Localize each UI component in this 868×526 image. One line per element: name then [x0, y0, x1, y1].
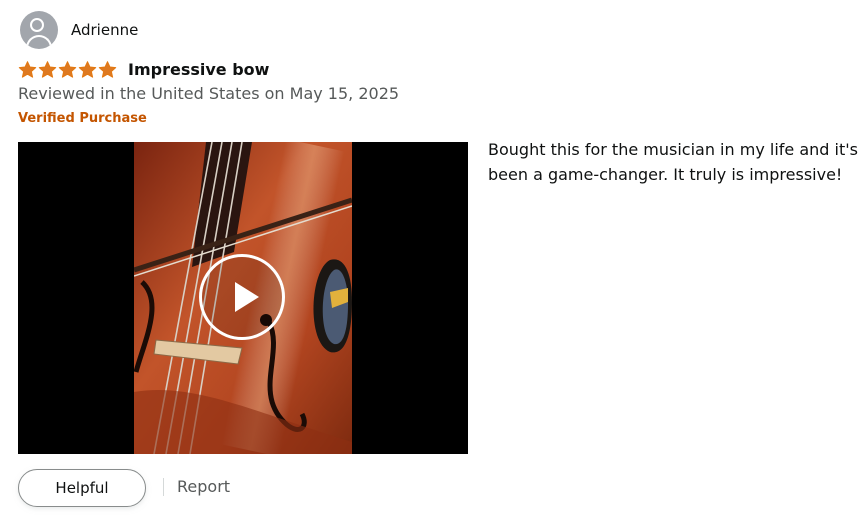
star-icon: [58, 60, 77, 78]
report-link[interactable]: Report: [177, 477, 230, 496]
review-card: Adrienne Impressive bow Reviewed in the …: [0, 0, 868, 526]
review-video[interactable]: [18, 142, 468, 454]
star-icon: [78, 60, 97, 78]
review-date: Reviewed in the United States on May 15,…: [18, 84, 400, 103]
play-icon: [235, 282, 259, 312]
avatar-body-icon: [26, 35, 52, 49]
star-icon: [38, 60, 57, 78]
helpful-button[interactable]: Helpful: [18, 469, 146, 507]
action-divider: [163, 478, 164, 496]
star-icon: [18, 60, 37, 78]
reviewer-name[interactable]: Adrienne: [71, 21, 138, 39]
reviewer-profile[interactable]: Adrienne: [20, 11, 138, 49]
review-body-text: Bought this for the musician in my life …: [488, 140, 858, 184]
review-title[interactable]: Impressive bow: [128, 60, 269, 79]
verified-purchase-badge: Verified Purchase: [18, 111, 147, 126]
star-icon: [98, 60, 117, 78]
rating-row: Impressive bow: [18, 57, 269, 81]
play-button[interactable]: [199, 254, 285, 340]
avatar: [20, 11, 58, 49]
star-rating[interactable]: [18, 60, 117, 79]
avatar-head-icon: [30, 18, 44, 32]
